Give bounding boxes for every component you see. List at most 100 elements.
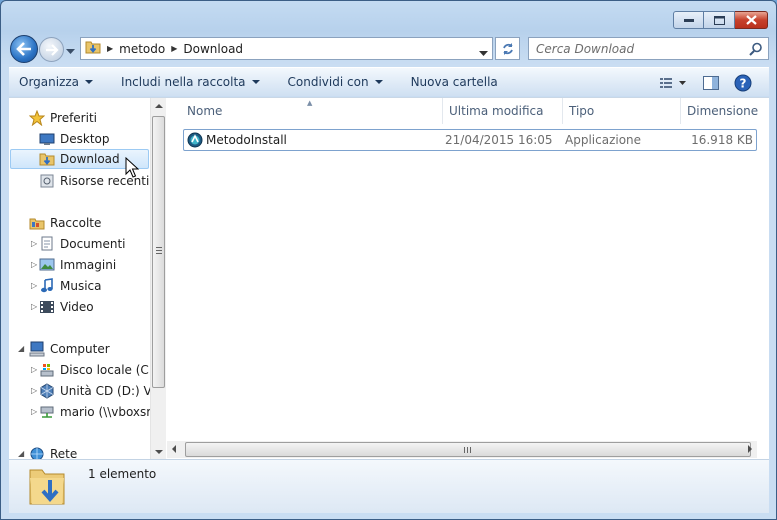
change-view-button[interactable]: [655, 72, 691, 94]
column-size[interactable]: Dimensione: [681, 98, 761, 124]
column-modified[interactable]: Ultima modifica: [443, 98, 563, 124]
expand-arrow-icon[interactable]: ▷: [31, 281, 37, 290]
computer-icon: [28, 341, 46, 357]
scrollbar-thumb[interactable]: [185, 442, 751, 457]
tree-label: Computer: [50, 342, 110, 356]
column-label: Tipo: [569, 104, 595, 118]
back-button[interactable]: [10, 35, 38, 63]
tree-favorites[interactable]: Preferiti: [28, 108, 97, 128]
close-icon: [745, 15, 757, 25]
details-pane: 1 elemento: [9, 459, 769, 513]
tree-label: Immagini: [60, 258, 117, 272]
include-in-library-menu[interactable]: Includi nella raccolta: [111, 68, 270, 97]
close-button[interactable]: [735, 11, 768, 29]
network-drive-icon: [38, 404, 56, 420]
breadcrumb-arrow-icon[interactable]: ▶: [107, 44, 113, 53]
file-type: Applicazione: [565, 133, 642, 147]
scroll-left-arrow-icon[interactable]: [172, 445, 176, 453]
expand-arrow-icon[interactable]: ▷: [31, 239, 37, 248]
tree-label: mario (\\vboxsrv: [60, 405, 150, 419]
expand-arrow-icon[interactable]: ▷: [31, 260, 37, 269]
navigation-pane: Preferiti Desktop Download Risorse recen…: [9, 98, 150, 460]
share-with-menu[interactable]: Condividi con: [278, 68, 393, 97]
expand-arrow-icon[interactable]: ▷: [31, 365, 37, 374]
content-area: Preferiti Desktop Download Risorse recen…: [9, 97, 769, 460]
tree-cd-d[interactable]: Unità CD (D:) Virt: [38, 381, 150, 401]
organize-menu[interactable]: Organizza: [9, 68, 103, 97]
file-size: 16.918 KB: [691, 133, 753, 147]
refresh-button[interactable]: [495, 37, 520, 60]
include-label: Includi nella raccolta: [121, 75, 246, 89]
minimize-button[interactable]: [673, 11, 704, 29]
breadcrumb-metodo[interactable]: metodo: [119, 42, 165, 56]
tree-pictures[interactable]: Immagini: [38, 255, 116, 275]
tree-label: Musica: [60, 279, 102, 293]
pictures-icon: [38, 257, 56, 273]
tree-video[interactable]: Video: [38, 297, 94, 317]
tree-desktop[interactable]: Desktop: [38, 129, 110, 149]
collapse-arrow-icon[interactable]: ◢: [18, 449, 24, 458]
minimize-icon: [683, 19, 694, 22]
tree-label: Video: [60, 300, 94, 314]
breadcrumb-download[interactable]: Download: [183, 42, 243, 56]
search-input[interactable]: [529, 41, 739, 56]
column-name[interactable]: Nome: [181, 98, 443, 124]
scroll-up-arrow-icon[interactable]: [155, 104, 163, 108]
expand-arrow-icon[interactable]: ▷: [31, 302, 37, 311]
column-type[interactable]: Tipo: [563, 98, 681, 124]
caret-down-icon: [85, 80, 94, 84]
grip-icon: [464, 447, 471, 453]
search-box[interactable]: [528, 37, 769, 60]
item-count: 1 elemento: [88, 467, 157, 481]
new-folder-button[interactable]: Nuova cartella: [401, 68, 508, 97]
file-row[interactable]: MetodoInstall 21/04/2015 16:05 Applicazi…: [183, 129, 757, 151]
tree-label: Disco locale (C:): [60, 363, 150, 377]
search-icon[interactable]: [749, 42, 763, 59]
organize-label: Organizza: [19, 75, 80, 89]
caret-down-icon: [374, 80, 383, 84]
tree-label: Raccolte: [50, 216, 102, 230]
tree-libraries[interactable]: Raccolte: [28, 213, 101, 233]
arrow-right-icon: [45, 43, 59, 56]
new-folder-label: Nuova cartella: [410, 75, 498, 89]
tree-label: Download: [60, 152, 120, 166]
breadcrumb-arrow-icon[interactable]: ▶: [171, 44, 177, 53]
libraries-icon: [28, 215, 46, 231]
tree-computer[interactable]: Computer: [28, 339, 110, 359]
virtualbox-cd-icon: [38, 383, 56, 399]
preview-pane-button[interactable]: [699, 72, 723, 94]
tree-label: Unità CD (D:) Virt: [60, 384, 150, 398]
file-list-scrollbar[interactable]: [167, 441, 757, 458]
scroll-down-arrow-icon[interactable]: [155, 450, 163, 454]
collapse-arrow-icon[interactable]: ◢: [18, 344, 24, 353]
maximize-icon: [713, 15, 725, 25]
tree-network-share[interactable]: mario (\\vboxsrv: [38, 402, 150, 422]
help-icon: ?: [734, 74, 752, 91]
tree-music[interactable]: Musica: [38, 276, 102, 296]
address-bar[interactable]: ▶ metodo ▶ Download: [80, 37, 493, 60]
scroll-right-arrow-icon[interactable]: [748, 445, 752, 453]
app-installer-icon: [187, 132, 203, 151]
download-folder-icon: [38, 151, 56, 167]
tree-disk-c[interactable]: Disco locale (C:): [38, 360, 150, 380]
scrollbar-thumb[interactable]: [152, 116, 165, 388]
help-button[interactable]: ?: [731, 72, 755, 94]
file-modified: 21/04/2015 16:05: [445, 133, 553, 147]
caption-buttons: [673, 11, 768, 29]
tree-documents[interactable]: Documenti: [38, 234, 126, 254]
download-folder-icon: [85, 39, 101, 58]
explorer-window: ▶ metodo ▶ Download Organizza Includi ne…: [0, 0, 777, 520]
tree-network[interactable]: Rete: [28, 444, 77, 460]
maximize-button[interactable]: [704, 11, 735, 29]
tree-label: Desktop: [60, 132, 110, 146]
expand-arrow-icon[interactable]: ▷: [31, 407, 37, 416]
file-list: ▲ Nome Ultima modifica Tipo Dimensione M…: [167, 98, 769, 460]
expand-arrow-icon[interactable]: ▷: [31, 386, 37, 395]
network-icon: [28, 446, 46, 460]
documents-icon: [38, 236, 56, 252]
navigation-scrollbar[interactable]: [150, 98, 166, 460]
forward-button[interactable]: [39, 37, 64, 62]
recent-pages-dropdown[interactable]: [66, 44, 75, 58]
file-name: MetodoInstall: [206, 133, 287, 147]
address-history-dropdown[interactable]: [479, 46, 488, 60]
